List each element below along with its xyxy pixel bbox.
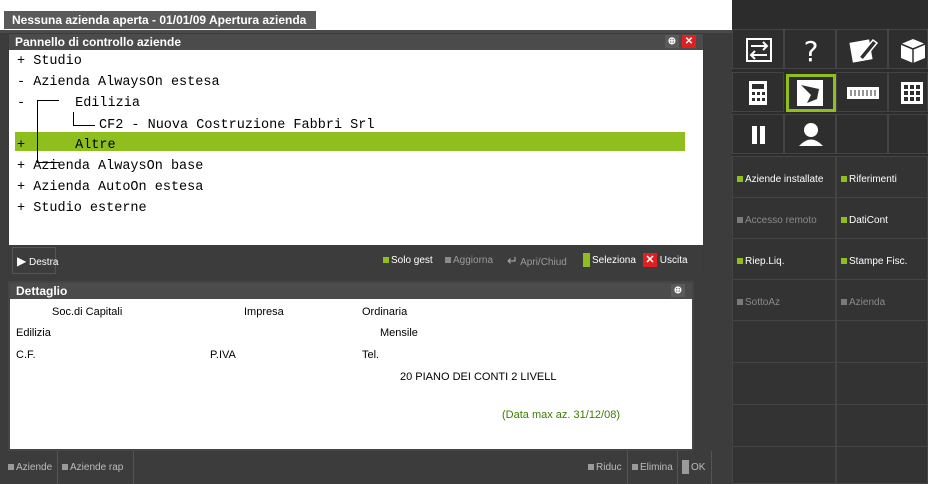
green-square-icon	[841, 258, 847, 265]
aziende-button[interactable]: Aziende	[4, 451, 58, 484]
empty-slot	[732, 446, 836, 484]
seleziona-button[interactable]: Seleziona	[579, 247, 640, 274]
cf-label: C.F.	[16, 349, 36, 361]
control-panel-toolbar: ▶ Destra Solo gest Aggiorna ↵ Apri/Chiud…	[9, 245, 703, 276]
apri-chiud-button[interactable]: ↵ Apri/Chiud	[503, 247, 571, 274]
ok-button[interactable]: OK	[678, 451, 712, 484]
grey-square-icon	[8, 464, 14, 471]
empty-slot	[836, 114, 888, 154]
green-square-icon	[383, 257, 389, 264]
tree-item[interactable]: + Studio	[17, 52, 82, 72]
tree-item[interactable]: - Edilizia	[17, 94, 140, 114]
grey-square-icon	[445, 257, 451, 264]
empty-slot	[732, 362, 836, 408]
attivita: Edilizia	[16, 327, 51, 339]
svg-text:?: ?	[804, 35, 819, 68]
periodicita: Mensile	[380, 327, 418, 339]
grey-square-icon	[841, 299, 847, 306]
cube-icon[interactable]	[888, 29, 928, 69]
green-square-icon	[737, 258, 743, 265]
piano-conti: 20 PIANO DEI CONTI 2 LIVELL	[400, 371, 557, 383]
pause-icon[interactable]	[732, 114, 784, 154]
swap-arrows-icon[interactable]	[732, 29, 784, 69]
tel-label: Tel.	[362, 349, 380, 361]
green-square-icon	[841, 176, 847, 183]
empty-slot	[888, 114, 928, 154]
hand-icon[interactable]	[786, 74, 836, 112]
control-panel-title: Pannello di controllo aziende	[15, 35, 182, 49]
grey-bar-icon	[682, 460, 689, 475]
dati-cont-button[interactable]: DatiCont	[836, 197, 928, 243]
close-icon[interactable]: ✕	[682, 35, 696, 48]
empty-slot	[836, 320, 928, 366]
close-icon: ✕	[643, 253, 657, 268]
grey-square-icon	[737, 299, 743, 306]
green-bar-icon	[583, 253, 590, 268]
tree-item[interactable]: + Azienda AlwaysOn base	[17, 157, 203, 177]
riep-liq-button[interactable]: Riep.Liq.	[732, 238, 836, 284]
grey-square-icon	[632, 464, 638, 471]
expand-icon[interactable]: ⊕	[665, 35, 679, 48]
enter-arrow-icon: ↵	[507, 253, 518, 268]
right-panel: ? Aziende installate Riferimenti Accesso…	[732, 0, 928, 484]
tipo-impresa: Impresa	[244, 306, 284, 318]
grey-square-icon	[737, 217, 743, 224]
keyboard-icon[interactable]	[836, 72, 888, 112]
data-max: (Data max az. 31/12/08)	[502, 409, 621, 421]
tree-item-selected[interactable]: CF2 - Nuova Costruzione Fabbri Srl	[99, 116, 374, 136]
empty-slot	[732, 404, 836, 450]
riferimenti-button[interactable]: Riferimenti	[836, 156, 928, 202]
aggiorna-button[interactable]: Aggiorna	[441, 247, 498, 274]
green-square-icon	[841, 217, 847, 224]
detail-panel-title: Dettaglio	[16, 284, 68, 298]
empty-slot	[836, 404, 928, 450]
elimina-button[interactable]: Elimina	[628, 451, 678, 484]
aziende-installate-button[interactable]: Aziende installate	[732, 156, 836, 202]
accesso-remoto-button[interactable]: Accesso remoto	[732, 197, 836, 243]
bottom-bar: Aziende Aziende rap Riduc Elimina OK	[0, 451, 732, 484]
tree-item[interactable]: + Azienda AutoOn estesa	[17, 178, 203, 198]
edit-pencil-icon[interactable]	[836, 29, 888, 69]
aziende-rap-button[interactable]: Aziende rap	[58, 451, 134, 484]
grid-icon[interactable]	[888, 72, 928, 112]
detail-panel: Dettaglio ⊕ Soc.di Capitali Impresa Ordi…	[8, 281, 694, 451]
destra-button[interactable]: ▶ Destra	[12, 247, 58, 274]
solo-gest-button[interactable]: Solo gest	[379, 247, 437, 274]
tree-item[interactable]: + Altre	[17, 136, 116, 156]
detail-panel-header: Dettaglio	[10, 283, 692, 299]
play-icon: ▶	[17, 254, 27, 268]
grey-square-icon	[62, 464, 68, 471]
tree-item[interactable]: + Studio esterne	[17, 199, 147, 219]
tree-item[interactable]: - Azienda AlwaysOn estesa	[17, 73, 220, 93]
contabilita: Ordinaria	[362, 306, 408, 318]
control-panel-header: Pannello di controllo aziende	[9, 34, 703, 50]
window-title: Nessuna azienda aperta - 01/01/09 Apertu…	[4, 11, 317, 29]
tipo-societa: Soc.di Capitali	[52, 306, 123, 318]
empty-slot	[836, 446, 928, 484]
help-icon[interactable]: ?	[784, 29, 836, 69]
company-tree: + Studio - Azienda AlwaysOn estesa - Edil…	[9, 50, 703, 276]
calculator-icon[interactable]	[732, 72, 784, 112]
green-square-icon	[737, 176, 743, 183]
sotto-az-button[interactable]: SottoAz	[732, 279, 836, 325]
tree-connector	[73, 125, 95, 126]
piva-label: P.IVA	[210, 349, 236, 361]
empty-slot	[732, 320, 836, 366]
uscita-button[interactable]: ✕ Uscita	[639, 247, 692, 274]
control-panel: Pannello di controllo aziende ⊕ ✕ + Stud…	[8, 33, 704, 276]
stampe-fisc-button[interactable]: Stampe Fisc.	[836, 238, 928, 284]
expand-icon[interactable]: ⊕	[671, 284, 685, 297]
riduc-button[interactable]: Riduc	[584, 451, 628, 484]
empty-slot	[836, 362, 928, 408]
azienda-button[interactable]: Azienda	[836, 279, 928, 325]
user-icon[interactable]	[784, 114, 836, 154]
grey-square-icon	[588, 464, 594, 471]
